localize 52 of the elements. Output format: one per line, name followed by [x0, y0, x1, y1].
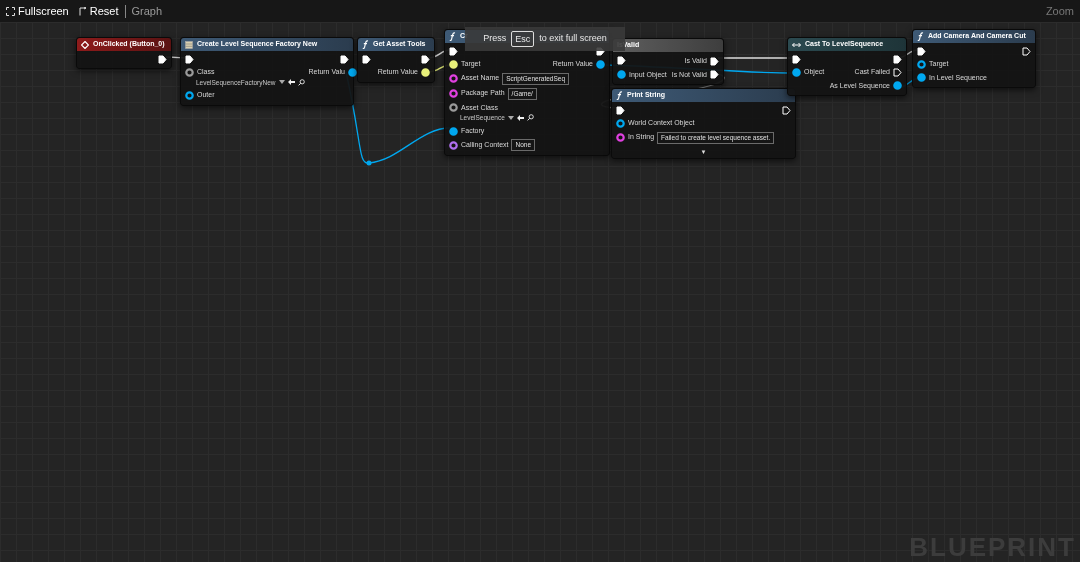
exec-pin-icon[interactable]: [893, 55, 902, 64]
left-arrow-icon[interactable]: [287, 79, 295, 86]
data-pin-icon[interactable]: [616, 118, 625, 128]
data-pin-icon[interactable]: [449, 126, 458, 136]
exec-pin-icon[interactable]: [362, 55, 371, 64]
data-pin-icon[interactable]: [185, 67, 194, 77]
exec-pin-icon[interactable]: [617, 56, 626, 65]
exec-pin-icon[interactable]: [616, 106, 625, 115]
data-pin-icon[interactable]: [449, 103, 458, 113]
exec-pin-icon[interactable]: [782, 106, 791, 115]
notice-text: to exit full screen: [539, 32, 607, 46]
data-pin-icon[interactable]: [917, 73, 926, 83]
exec-pin-icon[interactable]: [1022, 47, 1031, 56]
data-pin-icon[interactable]: [792, 67, 801, 77]
exec-pin-icon[interactable]: [449, 47, 458, 56]
table-icon: [185, 40, 193, 49]
dropdown-caret-icon[interactable]: [507, 115, 514, 120]
function-icon: [917, 32, 924, 41]
function-icon: [362, 40, 369, 49]
exec-pin-icon[interactable]: [710, 70, 719, 80]
graph-label: Graph: [131, 3, 163, 19]
data-pin-icon[interactable]: [617, 70, 626, 80]
data-pin-icon[interactable]: [917, 59, 926, 69]
data-pin-icon[interactable]: [893, 81, 902, 91]
dropdown-caret-icon[interactable]: [278, 80, 285, 85]
exec-pin-icon[interactable]: [340, 55, 349, 64]
left-arrow-icon[interactable]: [516, 114, 524, 121]
exec-pin-icon[interactable]: [893, 67, 902, 77]
exec-pin-icon[interactable]: [421, 55, 430, 64]
exec-pin-icon[interactable]: [792, 55, 801, 64]
exec-pin-icon[interactable]: [917, 47, 926, 56]
exec-pin-icon[interactable]: [185, 55, 194, 64]
zoom-label: Zoom: [1045, 3, 1074, 19]
data-pin-icon[interactable]: [185, 91, 194, 100]
exec-pin-icon[interactable]: [710, 56, 719, 66]
event-diamond-icon: [81, 40, 89, 49]
esc-key: Esc: [511, 31, 535, 47]
reset-icon: [78, 6, 87, 16]
search-icon[interactable]: [526, 114, 534, 122]
data-pin-icon[interactable]: [596, 59, 605, 69]
function-icon: [449, 32, 456, 41]
fullscreen-icon: [6, 6, 15, 16]
search-icon[interactable]: [297, 78, 305, 86]
function-icon: [616, 91, 623, 100]
exec-pin-icon[interactable]: [158, 55, 167, 64]
notice-text: Press: [483, 32, 507, 46]
two-way-arrow-icon: [792, 41, 801, 48]
reset-button[interactable]: Reset: [78, 2, 119, 20]
data-pin-icon[interactable]: [449, 140, 458, 150]
reroute-knot[interactable]: [366, 160, 372, 166]
data-pin-icon[interactable]: [347, 67, 357, 77]
fullscreen-button[interactable]: Fullscreen: [6, 2, 69, 20]
